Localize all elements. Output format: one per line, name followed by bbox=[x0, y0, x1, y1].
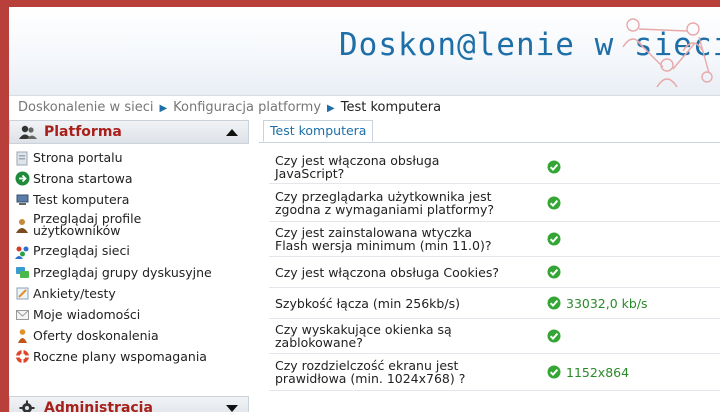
check-ok-icon bbox=[547, 160, 561, 174]
checks-table: Czy jest włączona obsługa JavaScript? Czy … bbox=[269, 151, 720, 391]
question-line: prawidłowa (min. 1024x768) ? bbox=[275, 371, 466, 386]
main-content: Test komputera Czy jest włączona obsługa… bbox=[259, 120, 720, 412]
user-profiles-icon bbox=[16, 218, 28, 233]
sidebar-item-strona-startowa[interactable]: Strona startowa bbox=[9, 168, 249, 189]
check-question: Czy jest włączona obsługa Cookies? bbox=[275, 266, 525, 279]
expand-arrow-icon[interactable] bbox=[226, 405, 238, 412]
sidebar-item-label: Test komputera bbox=[33, 191, 130, 207]
check-row: Czy jest włączona obsługa JavaScript? bbox=[269, 151, 720, 184]
check-question: Czy przeglądarka użytkownika jest zgodna … bbox=[275, 190, 525, 216]
discussion-groups-icon bbox=[16, 267, 29, 278]
people-network-decoration-icon bbox=[622, 18, 713, 88]
sidebar-item-label: Strona portalu bbox=[33, 150, 123, 165]
sidebar-menu: Strona portalu Strona startowa Test komp… bbox=[9, 144, 249, 367]
check-question: Czy jest zainstalowana wtyczka Flash wers… bbox=[275, 226, 525, 252]
check-row: Czy przeglądarka użytkownika jest zgodna … bbox=[269, 184, 720, 222]
sidebar-item-oferty-doskonalenia[interactable]: Oferty doskonalenia bbox=[9, 325, 249, 346]
check-row: Szybkość łącza (min 256kb/s) 33032,0 kb/s bbox=[269, 288, 720, 319]
sidebar-item-test-komputera[interactable]: Test komputera bbox=[9, 189, 249, 210]
question-line: Czy jest włączona obsługa Cookies? bbox=[275, 265, 499, 280]
sidebar-section-administracja[interactable]: Administracja bbox=[9, 396, 249, 412]
breadcrumb-current: Test komputera bbox=[340, 100, 442, 115]
breadcrumb-link-config[interactable]: Konfiguracja platformy bbox=[173, 100, 321, 115]
check-question: Czy wyskakujące okienka są zablokowane? bbox=[275, 323, 525, 349]
label-line: użytkowników bbox=[33, 223, 121, 238]
check-row: Czy jest zainstalowana wtyczka Flash wers… bbox=[269, 222, 720, 257]
sidebar-item-label: Roczne plany wspomagania bbox=[33, 348, 207, 364]
sidebar-item-strona-portalu[interactable]: Strona portalu bbox=[9, 148, 249, 168]
gear-icon bbox=[19, 400, 35, 412]
chevron-right-icon: ▶ bbox=[327, 103, 335, 114]
sidebar-item-moje-wiadomosci[interactable]: Moje wiadomości bbox=[9, 304, 249, 325]
check-ok-icon bbox=[547, 365, 561, 379]
check-row: Czy jest włączona obsługa Cookies? bbox=[269, 257, 720, 288]
breadcrumb: Doskonalenie w sieci ▶ Konfiguracja platfo… bbox=[18, 100, 441, 115]
sidebar-item-label: Moje wiadomości bbox=[33, 306, 141, 322]
breadcrumb-link-home[interactable]: Doskonalenie w sieci bbox=[18, 100, 153, 115]
check-question: Czy jest włączona obsługa JavaScript? bbox=[275, 154, 525, 180]
sidebar-section-title: Administracja bbox=[44, 400, 153, 412]
sidebar-item-ankiety-testy[interactable]: Ankiety/testy bbox=[9, 283, 249, 304]
check-value: 33032,0 kb/s bbox=[566, 296, 648, 311]
check-question: Czy rozdzielczość ekranu jest prawidłowa … bbox=[275, 359, 525, 385]
tab-bar: Test komputera bbox=[259, 120, 720, 143]
sidebar-item-przegladaj-sieci[interactable]: Przeglądaj sieci bbox=[9, 240, 249, 262]
sidebar-item-przegladaj-profile[interactable]: Przeglądaj profile użytkowników bbox=[9, 210, 249, 240]
site-header: Doskon@lenie w sieci bbox=[9, 7, 720, 96]
question-line: JavaScript? bbox=[275, 166, 345, 181]
computer-icon bbox=[16, 194, 29, 205]
sidebar-item-label: Strona startowa bbox=[33, 170, 133, 186]
sidebar-item-roczne-plany[interactable]: Roczne plany wspomagania bbox=[9, 346, 249, 367]
sidebar-item-grupy-dyskusyjne[interactable]: Przeglądaj grupy dyskusyjne bbox=[9, 262, 249, 283]
check-ok-icon bbox=[547, 329, 561, 343]
sidebar-item-label: Przeglądaj sieci bbox=[33, 243, 130, 258]
survey-icon bbox=[16, 287, 29, 300]
network-icon bbox=[15, 246, 29, 259]
check-value: 1152x864 bbox=[566, 365, 630, 380]
sidebar-item-label: Ankiety/testy bbox=[33, 285, 116, 301]
portal-page-icon bbox=[16, 151, 28, 165]
question-line: Szybkość łącza (min 256kb/s) bbox=[275, 296, 460, 311]
sidebar-section-title: Platforma bbox=[44, 124, 122, 140]
check-row: Czy wyskakujące okienka są zablokowane? bbox=[269, 319, 720, 354]
users-icon bbox=[19, 125, 37, 139]
check-ok-icon bbox=[547, 296, 561, 310]
check-ok-icon bbox=[547, 196, 561, 210]
page-frame: Doskon@lenie w sieci Doskonalenie w siec… bbox=[9, 7, 720, 412]
sidebar: Platforma Strona portalu Strona startowa… bbox=[9, 120, 249, 412]
offers-icon bbox=[18, 329, 27, 343]
check-row: Czy rozdzielczość ekranu jest prawidłowa … bbox=[269, 354, 720, 391]
question-line: zgodna z wymaganiami platformy? bbox=[275, 202, 495, 217]
check-question: Szybkość łącza (min 256kb/s) bbox=[275, 297, 525, 310]
chevron-right-icon: ▶ bbox=[159, 103, 168, 114]
lifebuoy-icon bbox=[16, 350, 29, 363]
sidebar-item-label: Oferty doskonalenia bbox=[33, 327, 159, 343]
tab-test-komputera[interactable]: Test komputera bbox=[263, 120, 374, 142]
check-ok-icon bbox=[547, 265, 561, 279]
sidebar-item-label: Przeglądaj profile użytkowników bbox=[33, 212, 141, 238]
mail-icon bbox=[16, 310, 29, 320]
question-line: zablokowane? bbox=[275, 335, 363, 350]
question-line: Flash wersja minimum (min 11.0)? bbox=[275, 238, 492, 253]
start-arrow-icon bbox=[15, 171, 30, 186]
check-ok-icon bbox=[547, 232, 561, 246]
sidebar-section-platforma[interactable]: Platforma bbox=[9, 120, 249, 144]
collapse-arrow-icon[interactable] bbox=[226, 129, 238, 136]
sidebar-item-label: Przeglądaj grupy dyskusyjne bbox=[33, 264, 212, 280]
